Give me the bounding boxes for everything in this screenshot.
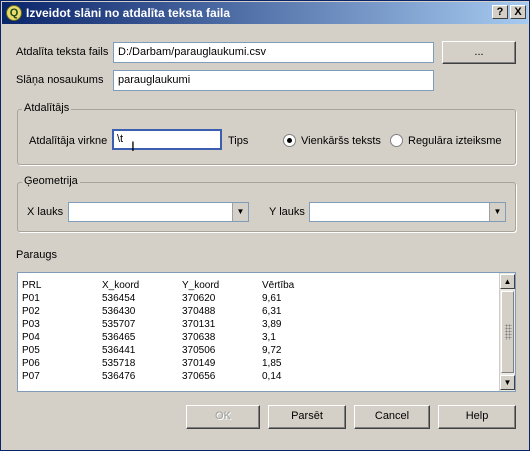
delimiter-group-title: Atdalītājs [22, 102, 72, 115]
cell: 0,14 [262, 371, 282, 382]
qgis-logo-icon: Q [6, 5, 22, 21]
delimiter-string-label: Atdalītāja virkne [29, 135, 108, 147]
scroll-thumb[interactable] [501, 291, 514, 373]
column-header: Y_koord [182, 280, 220, 291]
cell: 536476 [102, 371, 136, 382]
help-title-button[interactable]: ? [492, 5, 508, 19]
layer-name-input[interactable]: parauglaukumi [113, 70, 434, 91]
cell: P05 [22, 345, 40, 356]
scroll-up-icon[interactable]: ▲ [500, 274, 515, 289]
column-header: Vērtība [262, 280, 295, 291]
plain-text-radio[interactable] [283, 134, 296, 147]
chevron-down-icon[interactable]: ▼ [232, 203, 248, 221]
ok-button[interactable]: OK [186, 405, 260, 429]
cell: 536441 [102, 345, 136, 356]
cell: P04 [22, 332, 40, 343]
cell: 370656 [182, 371, 216, 382]
delimiter-string-input[interactable]: \t [112, 129, 222, 150]
x-field-label: X lauks [27, 206, 64, 218]
delimiter-type-label: Tips [228, 135, 249, 147]
geometry-group-title: Ģeometrija [22, 175, 80, 188]
help-button[interactable]: Help [438, 405, 516, 429]
regex-label[interactable]: Regulāra izteiksme [408, 135, 502, 148]
column-header: PRL [22, 280, 42, 291]
column-header: X_koord [102, 280, 140, 291]
dialog-window: Q Izveidot slāni no atdalīta teksta fail… [0, 0, 530, 451]
text-cursor-icon: I [131, 138, 135, 154]
sample-text-area[interactable]: PRL X_koord Y_koord Vērtība P01 536454 3… [17, 272, 516, 392]
cancel-button[interactable]: Cancel [354, 405, 430, 429]
file-label: Atdalīta teksta fails [16, 46, 109, 58]
chevron-down-icon[interactable]: ▼ [489, 203, 505, 221]
cell: 1,85 [262, 358, 282, 369]
cell: P03 [22, 319, 40, 330]
cell: 3,89 [262, 319, 282, 330]
title-bar[interactable]: Q Izveidot slāni no atdalīta teksta fail… [2, 2, 528, 24]
cell: 9,61 [262, 293, 282, 304]
close-title-button[interactable]: X [510, 5, 526, 19]
cell: P06 [22, 358, 40, 369]
y-field-label: Y lauks [269, 206, 305, 218]
scroll-down-icon[interactable]: ▼ [500, 375, 515, 390]
cell: 3,1 [262, 332, 276, 343]
parse-button[interactable]: Parsēt [268, 405, 346, 429]
plain-text-label[interactable]: Vienkāršs teksts [301, 135, 381, 148]
regex-radio[interactable] [390, 134, 403, 147]
window-title: Izveidot slāni no atdalīta teksta faila [26, 6, 231, 20]
cell: 370506 [182, 345, 216, 356]
cell: 370149 [182, 358, 216, 369]
cell: P01 [22, 293, 40, 304]
file-path-input[interactable]: D:/Darbam/parauglaukumi.csv [113, 42, 434, 63]
cell: 536430 [102, 306, 136, 317]
cell: 535707 [102, 319, 136, 330]
cell: 536454 [102, 293, 136, 304]
sample-label: Paraugs [16, 249, 57, 261]
cell: 536465 [102, 332, 136, 343]
cell: 9,72 [262, 345, 282, 356]
layer-name-label: Slāņa nosaukums [16, 74, 104, 86]
cell: 370131 [182, 319, 216, 330]
vertical-scrollbar[interactable]: ▲ ▼ [499, 273, 515, 391]
cell: 535718 [102, 358, 136, 369]
cell: 370488 [182, 306, 216, 317]
cell: 370620 [182, 293, 216, 304]
cell: P07 [22, 371, 40, 382]
cell: 6,31 [262, 306, 282, 317]
browse-button[interactable]: ... [442, 41, 516, 64]
cell: 370638 [182, 332, 216, 343]
cell: P02 [22, 306, 40, 317]
x-field-combo[interactable]: ▼ [68, 202, 249, 222]
y-field-combo[interactable]: ▼ [309, 202, 506, 222]
